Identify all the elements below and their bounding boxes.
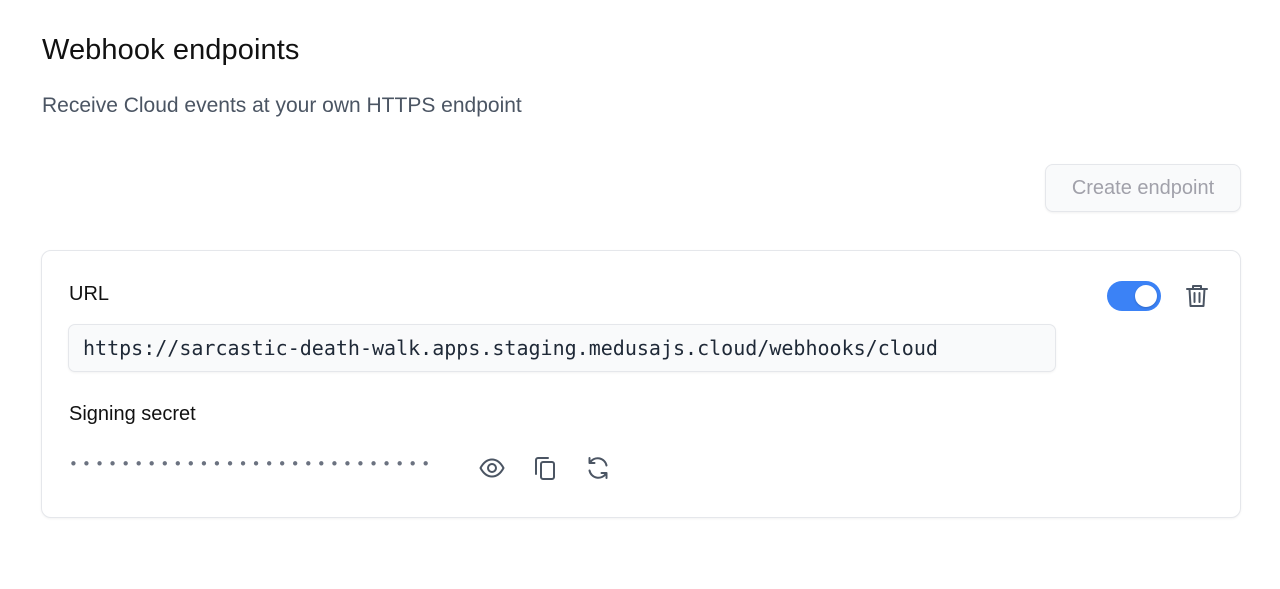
url-value: https://sarcastic-death-walk.apps.stagin… bbox=[83, 336, 938, 360]
page-subtitle: Receive Cloud events at your own HTTPS e… bbox=[42, 94, 522, 117]
webhook-endpoints-page: Webhook endpoints Receive Cloud events a… bbox=[0, 0, 1280, 589]
endpoint-enabled-toggle[interactable] bbox=[1107, 281, 1161, 311]
signing-secret-label: Signing secret bbox=[69, 403, 196, 425]
eye-icon[interactable] bbox=[478, 454, 506, 482]
url-field[interactable]: https://sarcastic-death-walk.apps.stagin… bbox=[68, 324, 1056, 372]
trash-icon[interactable] bbox=[1185, 283, 1209, 309]
refresh-icon[interactable] bbox=[584, 454, 612, 482]
url-label: URL bbox=[69, 283, 110, 305]
endpoint-card: URL https://sarcastic-death-walk.apps.st… bbox=[41, 250, 1241, 518]
signing-secret-masked: •••••••••••••••••••••••••••• bbox=[69, 455, 435, 473]
copy-icon[interactable] bbox=[531, 454, 559, 482]
create-endpoint-button[interactable]: Create endpoint bbox=[1045, 164, 1241, 212]
page-title: Webhook endpoints bbox=[42, 34, 300, 66]
toggle-knob bbox=[1135, 285, 1157, 307]
